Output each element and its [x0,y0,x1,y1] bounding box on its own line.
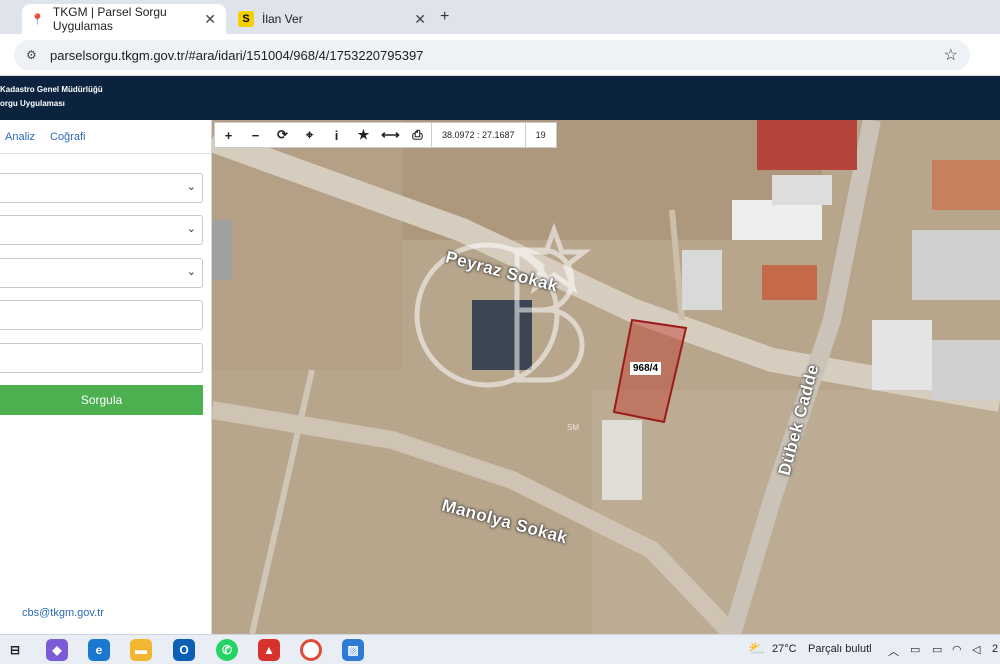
map-pin-icon: 📍 [30,13,45,26]
weather-text[interactable]: Parçalı bulutl [808,643,872,655]
favorite-star-icon[interactable]: ★ [350,127,377,143]
task-view-icon[interactable]: ⊟ [4,639,26,661]
query-button[interactable]: Sorgula [0,385,203,415]
zoom-in-icon[interactable]: + [215,128,242,143]
new-tab-icon[interactable]: + [440,8,449,26]
print-icon[interactable]: ⎙ [404,127,431,143]
camera-icon[interactable]: ▭ [910,643,920,656]
outlook-icon[interactable]: O [173,639,195,661]
site-title-line2: orgu Uygulaması [0,99,65,108]
tab-cografi[interactable]: Coğrafi [50,131,85,143]
bookmark-star-icon[interactable]: ☆ [944,45,958,65]
province-select[interactable]: ⌄ [0,173,203,203]
volume-icon[interactable]: ◁ [972,643,980,656]
contact-email[interactable]: cbs@tkgm.gov.tr [22,607,104,619]
battery-icon[interactable]: ▭ [932,643,942,656]
parcel-input[interactable] [0,343,203,373]
query-panel: Analiz Coğrafi ⌄ ⌄ ⌄ Sorgula cbs@tkgm.go… [0,120,212,634]
chevron-down-icon: ⌄ [186,266,196,278]
chevron-down-icon: ⌄ [186,223,196,235]
site-header: Kadastro Genel Müdürlüğü orgu Uygulaması [0,76,1000,120]
file-explorer-icon[interactable]: ▬ [130,639,152,661]
tab-label: İlan Ver [262,12,303,26]
map-view[interactable]: SM + − ⟳ ⌖ i ★ ⟷ ⎙ 38.0972 : 27.1687 19 … [212,120,1000,634]
close-tab-icon[interactable]: ✕ [414,11,426,28]
copilot-icon[interactable]: ◆ [46,639,68,661]
browser-tab-bar: 📍 TKGM | Parsel Sorgu Uygulamas ✕ S İlan… [0,0,1000,34]
app-red-icon[interactable]: ▲ [258,639,280,661]
district-select[interactable]: ⌄ [0,215,203,245]
photos-icon[interactable]: ▨ [342,639,364,661]
s-logo-icon: S [238,11,254,27]
panel-tabs: Analiz Coğrafi [0,120,211,154]
wifi-icon[interactable]: ◠ [952,643,962,656]
coordinate-readout: 38.0972 : 27.1687 [431,122,525,148]
map-toolbar: + − ⟳ ⌖ i ★ ⟷ ⎙ 38.0972 : 27.1687 19 [214,122,557,148]
url-input[interactable]: ⚙ parselsorgu.tkgm.gov.tr/#ara/idari/151… [14,40,970,70]
parcel-number-label[interactable]: 968/4 [630,362,662,375]
close-tab-icon[interactable]: ✕ [204,11,216,28]
chevron-down-icon: ⌄ [186,181,196,193]
whatsapp-icon[interactable]: ✆ [216,639,238,661]
site-title-line1: Kadastro Genel Müdürlüğü [0,85,103,94]
measure-icon[interactable]: ⟷ [377,127,404,143]
refresh-icon[interactable]: ⟳ [269,127,296,143]
tab-analiz[interactable]: Analiz [5,131,35,143]
tab-label: TKGM | Parsel Sorgu Uygulamas [52,5,167,33]
site-settings-icon[interactable]: ⚙ [26,48,37,62]
watermark-sm: SM [567,423,579,432]
zoom-out-icon[interactable]: − [242,128,269,143]
satellite-imagery: SM [212,120,1000,634]
tab-ilan-ver[interactable]: S İlan Ver ✕ [230,4,436,34]
chevron-up-icon[interactable]: ︿ [888,643,899,659]
clock[interactable]: 2 [992,643,998,655]
windows-taskbar: ⊟ ◆ e ▬ O ✆ ▲ ▨ ⛅ 27°C Parçalı bulutl ︿ … [0,634,1000,664]
chrome-icon[interactable] [300,639,322,661]
weather-temp[interactable]: 27°C [772,643,797,655]
zoom-level: 19 [524,122,556,148]
info-icon[interactable]: i [323,128,350,143]
locate-icon[interactable]: ⌖ [296,127,323,143]
url-text: parselsorgu.tkgm.gov.tr/#ara/idari/15100… [50,47,424,63]
address-bar-area: ⚙ parselsorgu.tkgm.gov.tr/#ara/idari/151… [0,34,1000,76]
neighborhood-select[interactable]: ⌄ [0,258,203,288]
block-input[interactable] [0,300,203,330]
edge-icon[interactable]: e [88,639,110,661]
weather-icon: ⛅ [748,640,766,656]
tab-parsel-sorgu[interactable]: 📍 TKGM | Parsel Sorgu Uygulamas ✕ [22,4,226,34]
